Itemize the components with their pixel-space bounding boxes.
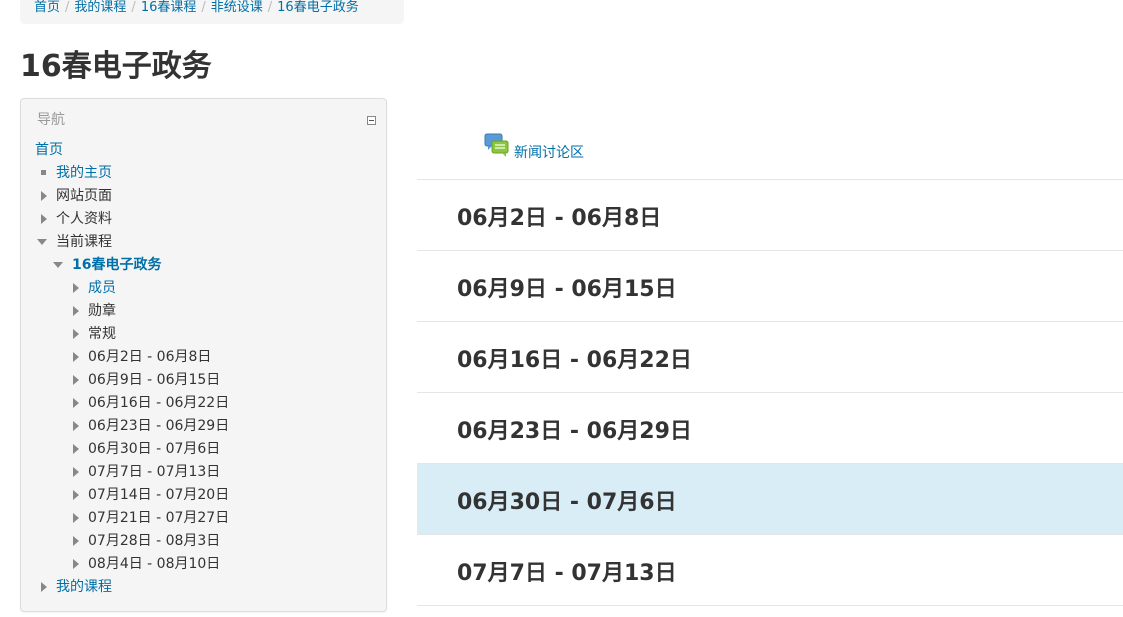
nav-my-courses[interactable]: 我的课程 [41, 578, 112, 596]
nav-participants[interactable]: 成员 [73, 279, 116, 297]
news-forum-link[interactable]: 新闻讨论区 [514, 142, 584, 162]
nav-site-pages[interactable]: 网站页面 [41, 187, 112, 205]
nav-week-label: 07月7日 - 07月13日 [88, 464, 221, 480]
breadcrumb-category[interactable]: 非统设课 [211, 0, 263, 15]
nav-badges[interactable]: 勋章 [73, 302, 116, 320]
expand-arrow-icon [73, 283, 79, 293]
course-sections: 06月2日 - 06月8日 06月9日 - 06月15日 06月16日 - 06… [417, 179, 1123, 606]
breadcrumb-separator: / [131, 0, 136, 15]
breadcrumb-separator: / [201, 0, 206, 15]
expand-arrow-icon [73, 536, 79, 546]
expand-arrow-icon [73, 421, 79, 431]
page-title: 16春电子政务 [20, 49, 212, 84]
expand-arrow-icon [73, 467, 79, 477]
breadcrumb-separator: / [65, 0, 70, 15]
expand-arrow-icon [73, 490, 79, 500]
nav-participants-link[interactable]: 成员 [88, 280, 116, 296]
nav-site-pages-label: 网站页面 [56, 188, 112, 204]
navigation-block: 导航 首页 我的主页 网站页面 个人资料 当前课程 16春电子政务 成员 勋章 … [20, 98, 387, 612]
expand-arrow-icon [73, 375, 79, 385]
expand-arrow-icon [73, 444, 79, 454]
nav-week[interactable]: 06月30日 - 07月6日 [73, 440, 220, 458]
expand-arrow-icon [73, 306, 79, 316]
nav-home-link[interactable]: 首页 [35, 142, 63, 158]
nav-my-home-link[interactable]: 我的主页 [56, 165, 112, 181]
nav-general[interactable]: 常规 [73, 325, 116, 343]
nav-profile-label: 个人资料 [56, 211, 112, 227]
section-title[interactable]: 06月16日 - 06月22日 [457, 342, 692, 374]
nav-course-link[interactable]: 16春电子政务 [72, 257, 161, 273]
expand-arrow-icon [41, 191, 47, 201]
nav-week[interactable]: 07月28日 - 08月3日 [73, 532, 220, 550]
expand-arrow-icon [73, 329, 79, 339]
nav-course[interactable]: 16春电子政务 [53, 256, 161, 274]
nav-my-home[interactable]: 我的主页 [41, 164, 112, 182]
breadcrumb-course[interactable]: 16春电子政务 [277, 0, 359, 15]
nav-week-label: 06月2日 - 06月8日 [88, 349, 212, 365]
section-title[interactable]: 06月9日 - 06月15日 [457, 271, 677, 303]
expand-arrow-icon [73, 352, 79, 362]
course-section: 06月16日 - 06月22日 [417, 321, 1123, 392]
breadcrumb-my-courses[interactable]: 我的课程 [74, 0, 126, 15]
course-section: 06月2日 - 06月8日 [417, 179, 1123, 250]
nav-week-label: 07月21日 - 07月27日 [88, 510, 230, 526]
bullet-icon [41, 170, 46, 175]
section-title[interactable]: 07月7日 - 07月13日 [457, 555, 677, 587]
course-section: 06月9日 - 06月15日 [417, 250, 1123, 321]
collapse-arrow-icon [37, 239, 47, 245]
nav-week[interactable]: 06月9日 - 06月15日 [73, 371, 220, 389]
breadcrumb-spring-courses[interactable]: 16春课程 [141, 0, 197, 15]
breadcrumb: 首页 / 我的课程 / 16春课程 / 非统设课 / 16春电子政务 [20, 0, 404, 24]
nav-week[interactable]: 07月21日 - 07月27日 [73, 509, 229, 527]
collapse-icon[interactable] [367, 116, 376, 125]
course-section: 07月7日 - 07月13日 [417, 534, 1123, 605]
nav-week[interactable]: 06月16日 - 06月22日 [73, 394, 229, 412]
section-title[interactable]: 06月23日 - 06月29日 [457, 413, 692, 445]
expand-arrow-icon [73, 398, 79, 408]
course-section: 06月23日 - 06月29日 [417, 392, 1123, 463]
nav-week-label: 07月14日 - 07月20日 [88, 487, 230, 503]
breadcrumb-home[interactable]: 首页 [34, 0, 60, 15]
nav-week[interactable]: 07月7日 - 07月13日 [73, 463, 220, 481]
nav-week-label: 06月30日 - 07月6日 [88, 441, 221, 457]
section-title[interactable]: 06月30日 - 07月6日 [457, 484, 677, 516]
nav-week-label: 06月9日 - 06月15日 [88, 372, 221, 388]
nav-week[interactable]: 07月14日 - 07月20日 [73, 486, 229, 504]
nav-current-course-label: 当前课程 [56, 234, 112, 250]
breadcrumb-separator: / [267, 0, 273, 15]
section-title[interactable]: 06月2日 - 06月8日 [457, 200, 661, 232]
nav-week-label: 06月23日 - 06月29日 [88, 418, 230, 434]
nav-my-courses-link[interactable]: 我的课程 [56, 579, 112, 595]
section-divider [417, 605, 1123, 606]
expand-arrow-icon [41, 214, 47, 224]
nav-general-label: 常规 [88, 326, 116, 342]
expand-arrow-icon [73, 513, 79, 523]
nav-week[interactable]: 08月4日 - 08月10日 [73, 555, 220, 573]
nav-week-label: 08月4日 - 08月10日 [88, 556, 221, 572]
navigation-header: 导航 [37, 112, 65, 128]
nav-week-label: 06月16日 - 06月22日 [88, 395, 230, 411]
forum-icon [484, 133, 509, 157]
nav-week[interactable]: 06月23日 - 06月29日 [73, 417, 229, 435]
nav-profile[interactable]: 个人资料 [41, 210, 112, 228]
current-course-section: 06月30日 - 07月6日 [417, 463, 1123, 534]
nav-badges-label: 勋章 [88, 303, 116, 319]
expand-arrow-icon [41, 582, 47, 592]
expand-arrow-icon [73, 559, 79, 569]
nav-home[interactable]: 首页 [35, 141, 63, 159]
nav-week[interactable]: 06月2日 - 06月8日 [73, 348, 211, 366]
collapse-arrow-icon [53, 262, 63, 268]
nav-current-course[interactable]: 当前课程 [37, 233, 112, 251]
nav-week-label: 07月28日 - 08月3日 [88, 533, 221, 549]
